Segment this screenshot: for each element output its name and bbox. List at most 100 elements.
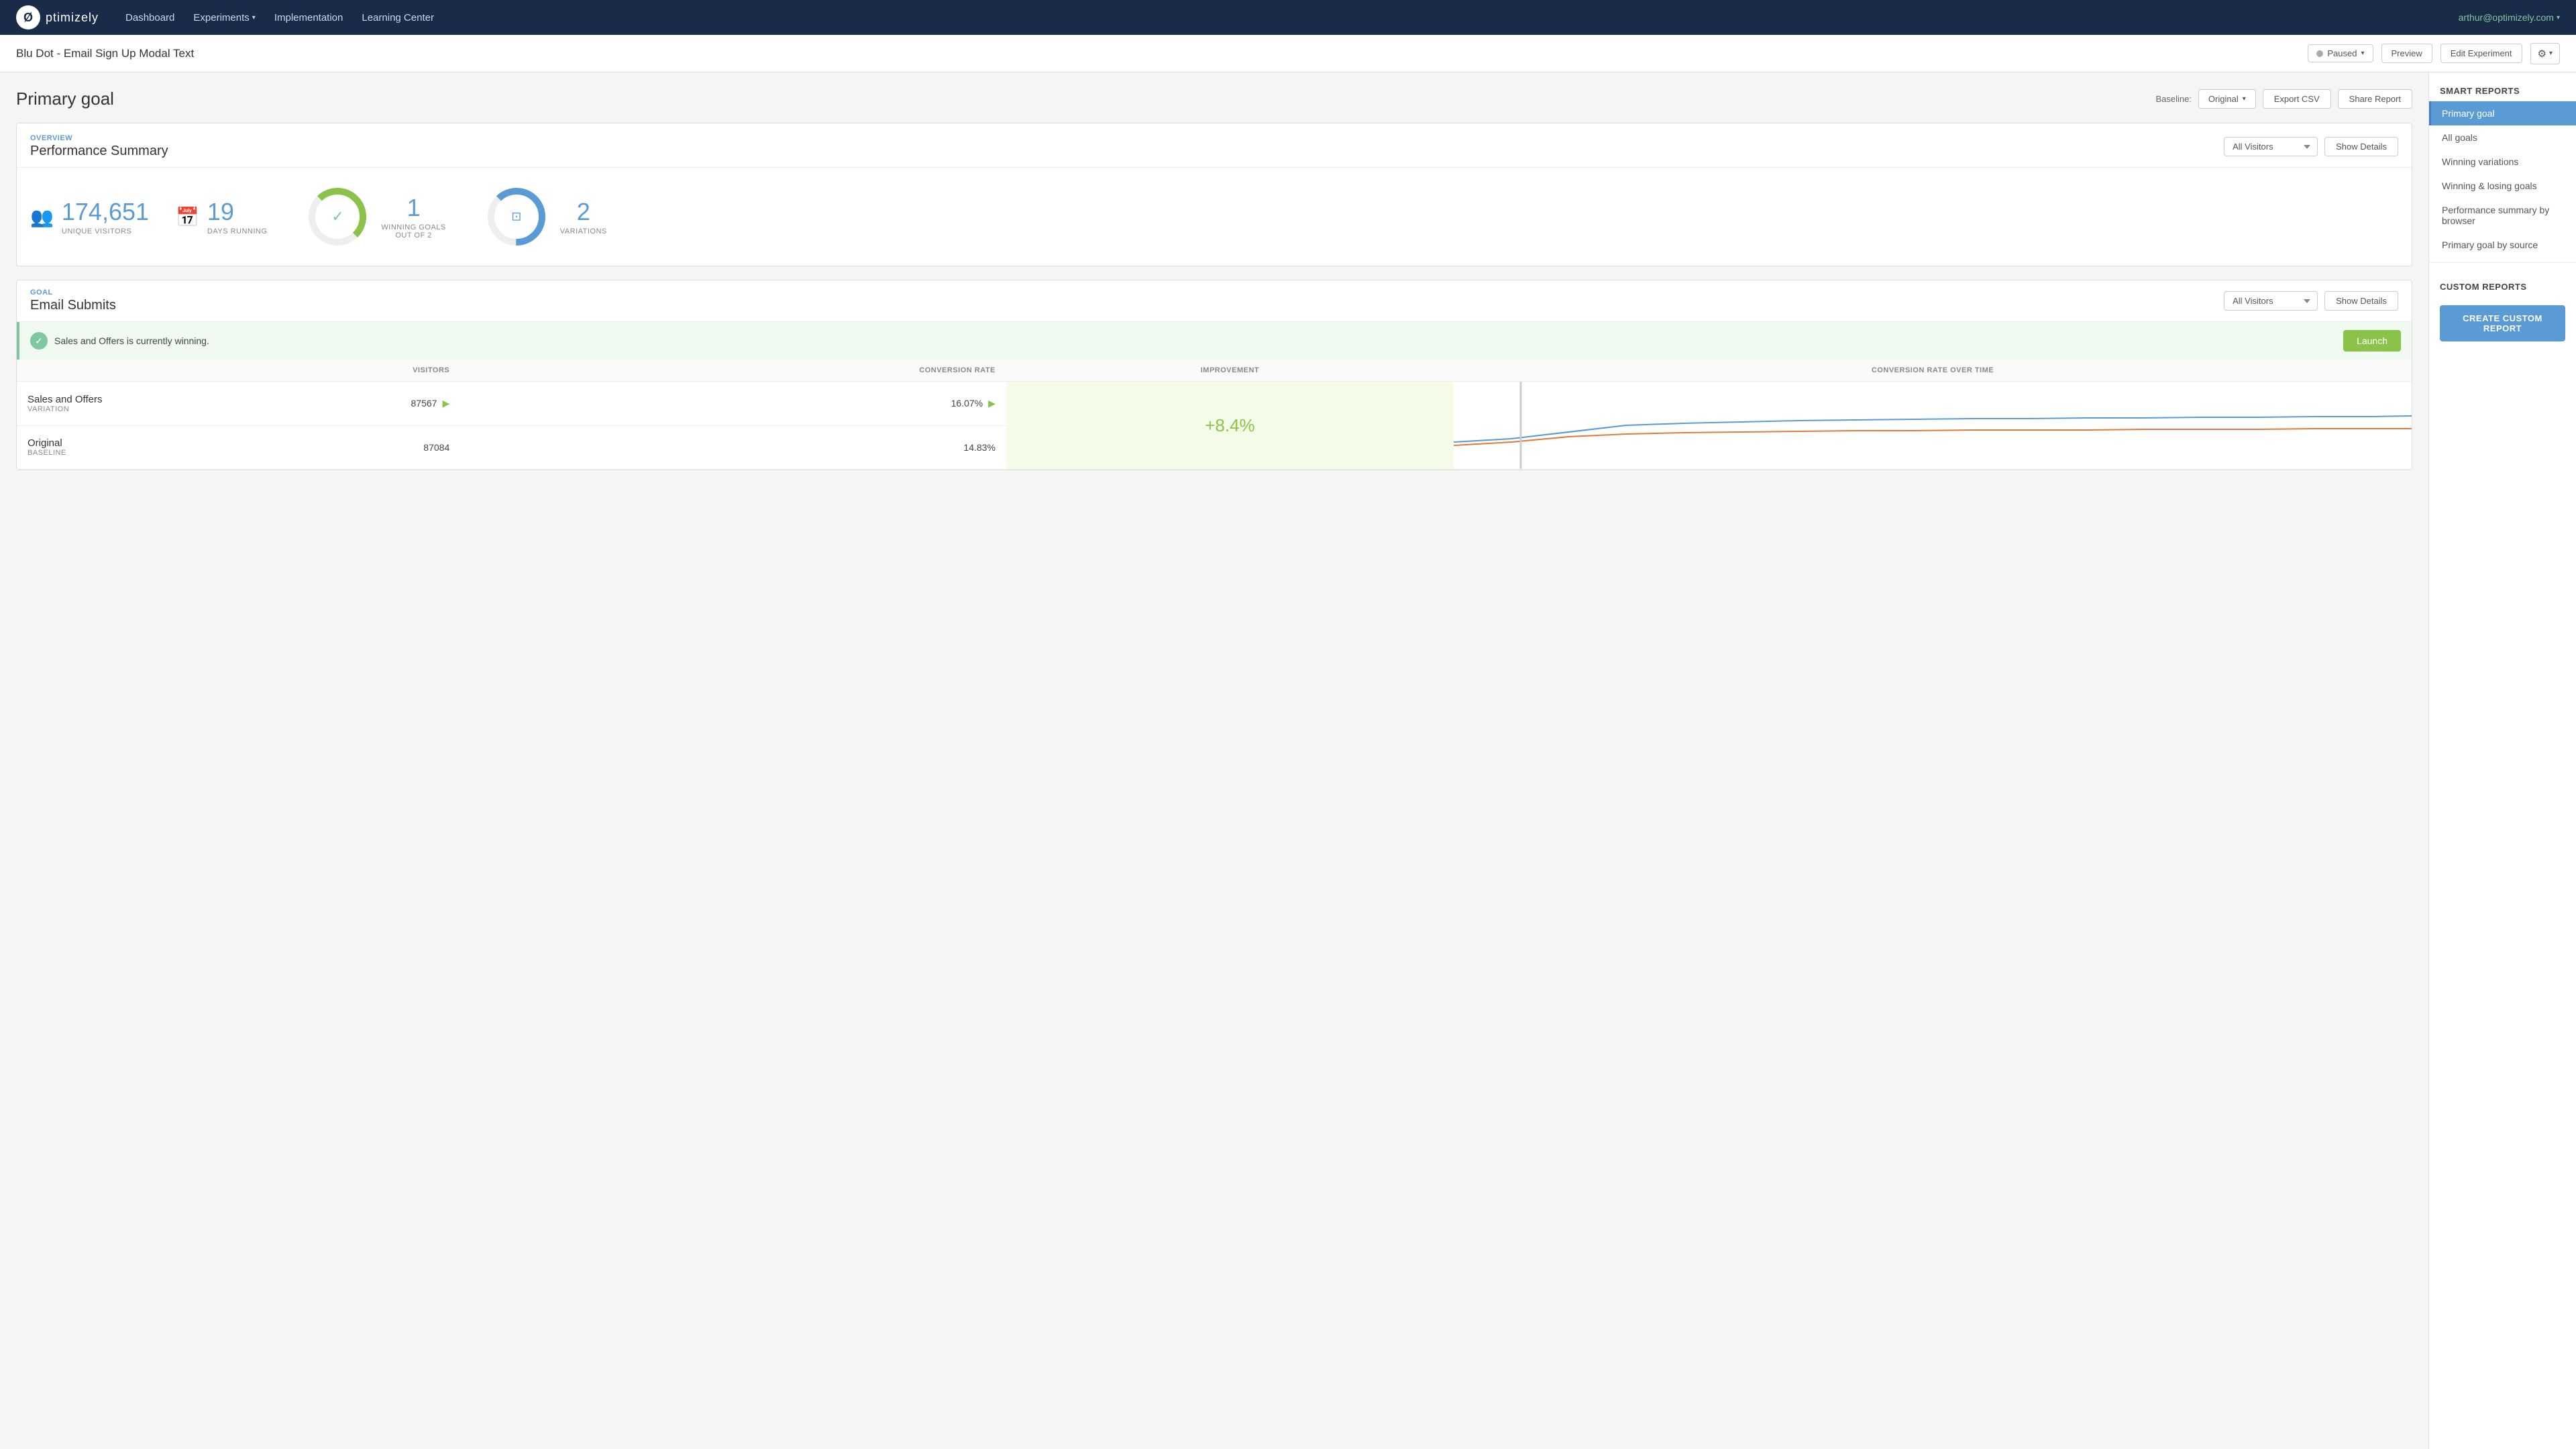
sidebar-item-winning-losing-goals[interactable]: Winning & losing goals [2429, 174, 2576, 198]
winning-goals-label: WINNING GOALSOUT OF 2 [381, 223, 445, 239]
card-title-performance: Performance Summary [30, 144, 168, 159]
user-menu[interactable]: arthur@optimizely.com ▾ [2459, 12, 2560, 23]
status-label: Paused [2327, 48, 2357, 58]
logo-icon: Ø [16, 5, 40, 30]
create-custom-report-button[interactable]: CREATE CUSTOM REPORT [2440, 305, 2565, 341]
days-running-label: DAYS RUNNING [207, 227, 268, 235]
goal-visitors-filter-select[interactable]: All Visitors [2224, 291, 2318, 311]
sidebar-item-winning-variations[interactable]: Winning variations [2429, 150, 2576, 174]
results-table: VISITORS CONVERSION RATE IMPROVEMENT CON… [17, 360, 2412, 470]
sidebar: SMART REPORTS Primary goal All goals Win… [2428, 72, 2576, 1449]
variations-label: VARIATIONS [560, 227, 607, 235]
share-report-button[interactable]: Share Report [2338, 89, 2412, 109]
variation-name-cell-2: Original BASELINE [17, 425, 124, 470]
edit-experiment-button[interactable]: Edit Experiment [2440, 44, 2522, 63]
conversion-cell-1: 16.07% ▶ [460, 382, 1006, 426]
baseline-type: BASELINE [28, 449, 113, 457]
settings-button[interactable]: ⚙ ▾ [2530, 43, 2560, 64]
goal-title: Email Submits [30, 298, 116, 313]
sidebar-item-all-goals[interactable]: All goals [2429, 125, 2576, 150]
unique-visitors-label: UNIQUE VISITORS [62, 227, 149, 235]
baseline-label: Baseline: [2155, 94, 2191, 104]
col-variation [17, 360, 124, 382]
col-visitors: VISITORS [124, 360, 460, 382]
improvement-cell-1: +8.4% [1006, 382, 1454, 470]
visitors-icon: 👥 [30, 206, 54, 228]
goal-header-right: All Visitors Show Details [2224, 291, 2398, 311]
monitor-icon: ⊡ [511, 210, 521, 224]
baseline-chevron-icon: ▾ [2243, 95, 2246, 103]
card-header-left: OVERVIEW Performance Summary [30, 134, 168, 159]
card-header-right: All Visitors Show Details [2224, 137, 2398, 156]
logo[interactable]: Ø ptimizely [16, 5, 99, 30]
nav-links: Dashboard Experiments ▾ Implementation L… [125, 12, 2437, 23]
logo-text: ptimizely [46, 11, 99, 25]
status-chevron-icon: ▾ [2361, 50, 2364, 57]
variations-stat: ⊡ 2 VARIATIONS [486, 186, 607, 247]
show-details-button-perf[interactable]: Show Details [2324, 137, 2398, 156]
unique-visitors-stat: 👥 174,651 UNIQUE VISITORS [30, 198, 149, 235]
donut-checkmark-icon: ✓ [331, 208, 343, 225]
status-badge[interactable]: Paused ▾ [2308, 44, 2373, 62]
experiment-actions: Paused ▾ Preview Edit Experiment ⚙ ▾ [2308, 43, 2560, 64]
user-email: arthur@optimizely.com [2459, 12, 2554, 23]
col-conversion: CONVERSION RATE [460, 360, 1006, 382]
nav-dashboard[interactable]: Dashboard [125, 12, 174, 23]
winning-banner: ✓ Sales and Offers is currently winning.… [17, 322, 2412, 360]
goal-header-left: GOAL Email Submits [30, 288, 116, 313]
sidebar-item-primary-goal[interactable]: Primary goal [2429, 101, 2576, 125]
baseline-select[interactable]: Original ▾ [2198, 89, 2256, 109]
page-header-controls: Baseline: Original ▾ Export CSV Share Re… [2155, 89, 2412, 109]
show-details-button-goal[interactable]: Show Details [2324, 291, 2398, 311]
variations-values: 2 VARIATIONS [560, 198, 607, 235]
expand-arrow-1[interactable]: ▶ [442, 398, 449, 409]
improvement-value: +8.4% [1020, 415, 1440, 436]
visitors-value-1: 87567 [411, 398, 437, 409]
expand-arrow-conv-1[interactable]: ▶ [988, 398, 996, 409]
export-csv-button[interactable]: Export CSV [2263, 89, 2331, 109]
chart-svg [1454, 382, 2412, 469]
chevron-down-icon: ▾ [252, 14, 256, 21]
gear-icon: ⚙ [2538, 48, 2546, 60]
sidebar-item-perf-browser[interactable]: Performance summary by browser [2429, 198, 2576, 233]
preview-button[interactable]: Preview [2381, 44, 2432, 63]
gear-chevron-icon: ▾ [2549, 50, 2553, 57]
goal-card-header: GOAL Email Submits All Visitors Show Det… [17, 280, 2412, 322]
conversion-cell-2: 14.83% [460, 425, 1006, 470]
winning-check-icon: ✓ [30, 332, 48, 350]
winning-banner-left: ✓ Sales and Offers is currently winning. [30, 332, 209, 350]
unique-visitors-values: 174,651 UNIQUE VISITORS [62, 198, 149, 235]
nav-learning-center[interactable]: Learning Center [362, 12, 434, 23]
visitors-cell-2: 87084 [124, 425, 460, 470]
variation-type: VARIATION [28, 405, 113, 413]
stats-row: 👥 174,651 UNIQUE VISITORS 📅 19 DAYS RUNN… [17, 168, 2412, 266]
baseline-name: Original [28, 437, 113, 449]
variation-name-cell: Sales and Offers VARIATION [17, 382, 124, 426]
winning-goals-stat: ✓ 1 WINNING GOALSOUT OF 2 [307, 186, 445, 247]
card-header-performance: OVERVIEW Performance Summary All Visitor… [17, 123, 2412, 168]
goal-card: GOAL Email Submits All Visitors Show Det… [16, 280, 2412, 470]
table-row: Sales and Offers VARIATION 87567 ▶ 16.07… [17, 382, 2412, 426]
variations-value: 2 [560, 198, 607, 226]
conversion-rate-chart [1454, 382, 2412, 469]
unique-visitors-value: 174,651 [62, 198, 149, 226]
chart-cell-1 [1454, 382, 2412, 470]
experiment-title: Blu Dot - Email Sign Up Modal Text [16, 47, 194, 60]
user-chevron-icon: ▾ [2557, 14, 2560, 21]
launch-button[interactable]: Launch [2343, 330, 2401, 352]
nav-experiments[interactable]: Experiments ▾ [193, 12, 255, 23]
sidebar-item-primary-goal-source[interactable]: Primary goal by source [2429, 233, 2576, 257]
overview-label: OVERVIEW [30, 134, 168, 142]
variations-donut: ⊡ [486, 186, 547, 247]
content-area: Primary goal Baseline: Original ▾ Export… [0, 72, 2428, 1449]
performance-summary-card: OVERVIEW Performance Summary All Visitor… [16, 123, 2412, 266]
visitors-filter-select[interactable]: All Visitors [2224, 137, 2318, 156]
winning-goals-values: 1 WINNING GOALSOUT OF 2 [381, 194, 445, 239]
top-nav: Ø ptimizely Dashboard Experiments ▾ Impl… [0, 0, 2576, 35]
nav-implementation[interactable]: Implementation [274, 12, 343, 23]
page-title: Primary goal [16, 89, 114, 109]
winning-message: Sales and Offers is currently winning. [54, 335, 209, 346]
baseline-value: Original [2208, 94, 2239, 104]
winning-goals-value: 1 [381, 194, 445, 222]
page-header: Primary goal Baseline: Original ▾ Export… [16, 89, 2412, 109]
